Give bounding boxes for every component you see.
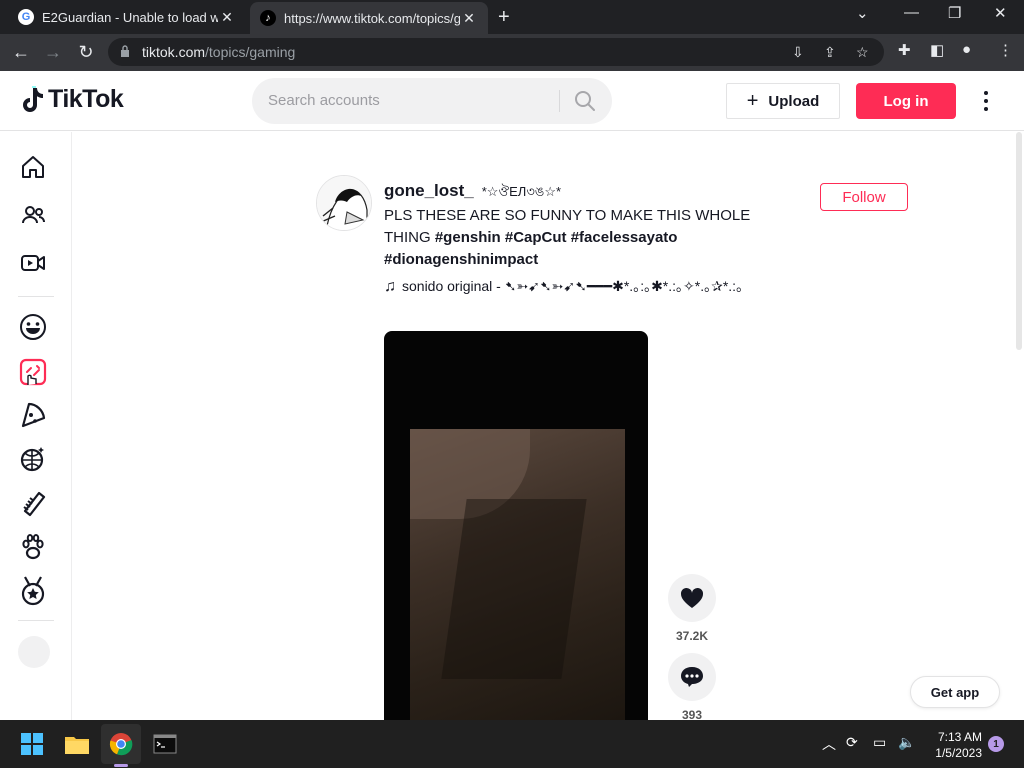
chrome-icon bbox=[109, 733, 133, 756]
hashtag-link[interactable]: #genshin bbox=[435, 229, 501, 246]
sports-icon[interactable] bbox=[18, 576, 48, 606]
share-icon[interactable]: ⇪ bbox=[824, 44, 836, 61]
windows-taskbar: ︿ ⟳ ▭ 🔈 7:13 AM 1/5/2023 1 bbox=[0, 720, 1024, 768]
reload-icon[interactable]: ↻ bbox=[75, 41, 97, 63]
like-button[interactable] bbox=[668, 574, 716, 622]
author-username[interactable]: gone_lost_ bbox=[384, 181, 474, 201]
tab-title: https://www.tiktok.com/topics/g bbox=[284, 10, 460, 26]
clock-date: 1/5/2023 bbox=[935, 746, 982, 760]
sidebar-divider bbox=[18, 620, 54, 621]
start-button[interactable] bbox=[12, 724, 52, 764]
chrome-taskbar-button[interactable] bbox=[101, 724, 141, 764]
active-app-indicator bbox=[114, 764, 128, 767]
comment-icon bbox=[681, 667, 703, 687]
upload-label: Upload bbox=[768, 92, 820, 110]
volume-icon[interactable]: 🔈 bbox=[898, 734, 915, 751]
hashtag-link[interactable]: #facelessayato bbox=[571, 229, 678, 246]
file-explorer-button[interactable] bbox=[57, 724, 97, 764]
music-note-icon: ♫ bbox=[384, 278, 396, 295]
extensions-icon[interactable]: ✚ bbox=[898, 41, 911, 59]
left-sidebar bbox=[0, 132, 72, 720]
page-scrollbar[interactable] bbox=[1016, 132, 1022, 350]
show-hidden-icons-icon[interactable]: ︿ bbox=[822, 734, 836, 754]
search-input[interactable]: Search accounts bbox=[252, 78, 612, 124]
lock-icon bbox=[121, 45, 129, 57]
google-favicon-icon: G bbox=[18, 9, 34, 25]
address-bar[interactable]: tiktok.com/topics/gaming ⇩ ⇪ ☆ bbox=[108, 38, 884, 66]
animals-icon[interactable] bbox=[18, 532, 48, 562]
music-link[interactable]: ♫ sonido original - ➷➳➹➷➳➹➷━━━✱*.｡:｡✱*.:｡… bbox=[384, 275, 794, 298]
like-count: 37.2K bbox=[675, 629, 709, 643]
author-info: gone_lost_ *☆ঔEЛ৩ঙ☆* bbox=[384, 181, 561, 204]
tiktok-note-icon bbox=[23, 86, 43, 112]
author-nickname: *☆ঔEЛ৩ঙ☆* bbox=[481, 184, 562, 199]
tiktok-logo[interactable]: TikTok bbox=[20, 85, 124, 114]
live-icon[interactable] bbox=[18, 248, 48, 278]
close-window-icon[interactable]: ✕ bbox=[994, 4, 1007, 22]
beauty-icon[interactable] bbox=[18, 488, 48, 518]
search-icon[interactable] bbox=[574, 90, 596, 112]
network-icon[interactable]: ▭ bbox=[873, 734, 886, 751]
search-separator bbox=[559, 90, 560, 112]
windows-logo-icon bbox=[21, 733, 43, 755]
hashtag-link[interactable]: #dionagenshinimpact bbox=[384, 251, 538, 268]
close-tab-icon[interactable]: ✕ bbox=[460, 10, 478, 27]
tiktok-favicon-icon: ♪ bbox=[260, 10, 276, 26]
upload-button[interactable]: + Upload bbox=[726, 83, 840, 119]
browser-toolbar: ← → ↻ tiktok.com/topics/gaming ⇩ ⇪ ☆ ✚ ◧… bbox=[0, 34, 1024, 71]
author-avatar[interactable] bbox=[316, 175, 372, 231]
sync-icon[interactable]: ⟳ bbox=[846, 734, 858, 751]
browser-tab-strip: G E2Guardian - Unable to load web ✕ ♪ ht… bbox=[0, 0, 1024, 34]
comment-button[interactable] bbox=[668, 653, 716, 701]
forward-icon[interactable]: → bbox=[42, 41, 64, 63]
gaming-icon[interactable] bbox=[18, 357, 48, 387]
tab-e2guardian[interactable]: G E2Guardian - Unable to load web ✕ bbox=[8, 0, 246, 34]
minimize-icon[interactable]: — bbox=[904, 4, 919, 21]
login-button[interactable]: Log in bbox=[856, 83, 956, 119]
new-tab-icon[interactable]: + bbox=[498, 6, 510, 29]
search-placeholder: Search accounts bbox=[268, 92, 380, 109]
terminal-icon bbox=[153, 734, 177, 754]
tab-title: E2Guardian - Unable to load web bbox=[42, 9, 218, 25]
side-panel-icon[interactable]: ◧ bbox=[930, 41, 944, 59]
plus-icon: + bbox=[746, 89, 759, 112]
dance-icon[interactable] bbox=[18, 444, 48, 474]
following-icon[interactable] bbox=[18, 200, 48, 230]
food-icon[interactable] bbox=[18, 400, 48, 430]
tiktok-header: TikTok Search accounts + Upload Log in bbox=[0, 71, 1024, 131]
home-icon[interactable] bbox=[18, 152, 48, 182]
video-player[interactable] bbox=[384, 331, 648, 720]
hashtag-link[interactable]: #CapCut bbox=[505, 229, 567, 246]
sidebar-divider bbox=[18, 296, 54, 297]
notification-badge[interactable]: 1 bbox=[988, 736, 1004, 752]
get-app-button[interactable]: Get app bbox=[910, 676, 1000, 708]
close-tab-icon[interactable]: ✕ bbox=[218, 9, 236, 26]
taskbar-clock[interactable]: 7:13 AM 1/5/2023 bbox=[930, 729, 982, 761]
tab-tiktok[interactable]: ♪ https://www.tiktok.com/topics/g ✕ bbox=[250, 2, 488, 34]
clock-time: 7:13 AM bbox=[937, 730, 982, 744]
logo-wordmark: TikTok bbox=[48, 85, 124, 113]
terminal-taskbar-button[interactable] bbox=[145, 724, 185, 764]
folder-icon bbox=[65, 737, 89, 754]
post-caption: PLS THESE ARE SO FUNNY TO MAKE THIS WHOL… bbox=[384, 205, 764, 271]
bookmark-star-icon[interactable]: ☆ bbox=[856, 44, 869, 61]
profile-icon[interactable]: ● bbox=[962, 41, 971, 58]
music-title: sonido original - ➷➳➹➷➳➹➷━━━✱*.｡:｡✱*.:｡✧… bbox=[402, 278, 744, 294]
back-icon[interactable]: ← bbox=[10, 41, 32, 63]
chrome-menu-icon[interactable]: ⋮ bbox=[998, 41, 1013, 59]
heart-icon bbox=[680, 587, 704, 608]
video-frame bbox=[410, 429, 625, 720]
follow-button[interactable]: Follow bbox=[820, 183, 908, 211]
comedy-icon[interactable] bbox=[18, 312, 48, 342]
tab-search-icon[interactable]: ⌄ bbox=[856, 4, 869, 22]
install-app-icon[interactable]: ⇩ bbox=[792, 44, 804, 61]
more-options-icon[interactable] bbox=[978, 89, 994, 113]
restore-icon[interactable]: ❐ bbox=[948, 4, 961, 22]
url-text: tiktok.com/topics/gaming bbox=[142, 44, 296, 60]
avatar-placeholder[interactable] bbox=[18, 636, 50, 668]
